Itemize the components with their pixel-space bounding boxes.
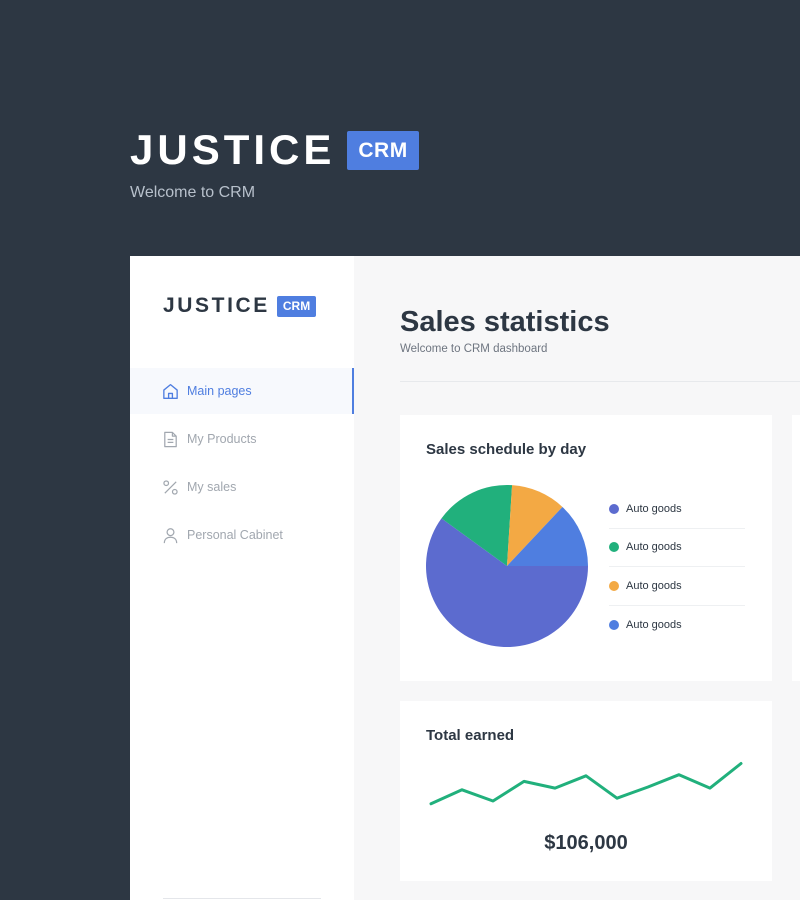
main-content: Sales statistics Welcome to CRM dashboar… <box>354 256 800 900</box>
sidebar: JUSTICE CRM Main pages My Products My sa… <box>130 256 354 900</box>
user-icon <box>161 526 180 545</box>
sidebar-item-label: My sales <box>187 480 237 494</box>
total-earned-line-chart <box>429 762 743 806</box>
card-title: Sales schedule by day <box>426 441 587 458</box>
sidebar-logo[interactable]: JUSTICE CRM <box>163 294 317 318</box>
document-icon <box>161 430 180 449</box>
hero-brand-text: JUSTICE <box>130 126 336 173</box>
legend-item: Auto goods <box>609 490 745 529</box>
legend-item: Auto goods <box>609 529 745 567</box>
total-earned-series-line <box>429 762 743 806</box>
percent-icon <box>161 478 180 497</box>
logo-crm-badge: CRM <box>276 295 317 317</box>
next-card-partial <box>792 415 800 681</box>
legend-dot <box>609 542 619 553</box>
page-subtitle: Welcome to CRM dashboard <box>400 343 548 355</box>
legend-dot <box>609 619 619 630</box>
sidebar-item-personal-cabinet[interactable]: Personal Cabinet <box>130 512 354 558</box>
hero-crm-badge: CRM <box>347 130 419 170</box>
legend-label: Auto goods <box>626 618 682 631</box>
total-earned-value: $106,000 <box>544 832 628 854</box>
card-title: Total earned <box>426 727 515 744</box>
dashboard-window: JUSTICE CRM Main pages My Products My sa… <box>130 256 800 900</box>
legend-item: Auto goods <box>609 606 745 645</box>
hero-header: JUSTICE CRM Welcome to CRM <box>130 128 419 202</box>
sales-pie-chart <box>426 485 588 647</box>
home-icon <box>161 382 180 401</box>
legend-label: Auto goods <box>626 579 682 592</box>
header-divider <box>400 381 800 382</box>
legend-dot <box>609 580 619 591</box>
hero-subtitle: Welcome to CRM <box>130 184 256 201</box>
sidebar-item-label: My Products <box>187 432 257 446</box>
sidebar-item-label: Personal Cabinet <box>187 528 283 542</box>
pie-legend: Auto goods Auto goods Auto goods Auto go… <box>609 490 745 644</box>
sidebar-item-main-pages[interactable]: Main pages <box>130 368 354 414</box>
sidebar-nav: Main pages My Products My sales Personal… <box>130 368 354 558</box>
total-earned-card: Total earned $106,000 <box>400 701 772 881</box>
sidebar-item-my-sales[interactable]: My sales <box>130 464 354 510</box>
sales-schedule-card: Sales schedule by day Auto goods Auto go… <box>400 415 772 681</box>
legend-dot <box>609 503 619 514</box>
legend-label: Auto goods <box>626 541 682 554</box>
sidebar-item-label: Main pages <box>187 384 252 398</box>
sidebar-divider <box>163 898 321 899</box>
sidebar-item-my-products[interactable]: My Products <box>130 416 354 462</box>
legend-item: Auto goods <box>609 567 745 606</box>
logo-brand-text: JUSTICE <box>163 294 270 317</box>
hero-logo: JUSTICE CRM <box>130 128 419 172</box>
page-title: Sales statistics <box>400 306 610 338</box>
legend-label: Auto goods <box>626 502 682 515</box>
